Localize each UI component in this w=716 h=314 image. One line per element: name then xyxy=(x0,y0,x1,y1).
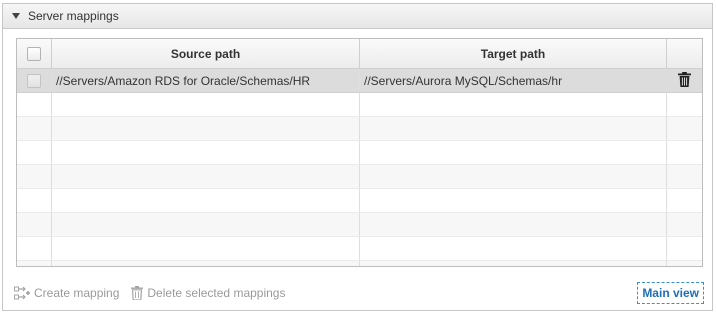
main-view-link[interactable]: Main view xyxy=(637,282,704,304)
mappings-table: Source path Target path //Servers/Amazon… xyxy=(16,38,703,267)
row-checkbox[interactable] xyxy=(27,73,41,88)
empty-row xyxy=(17,261,702,266)
server-mappings-panel: Server mappings Source path Target path … xyxy=(2,3,713,311)
trash-icon xyxy=(678,71,691,90)
target-path-header[interactable]: Target path xyxy=(360,39,667,68)
footer-toolbar: Create mapping Delete selected mappings … xyxy=(14,280,704,306)
create-mapping-label: Create mapping xyxy=(34,286,120,300)
empty-row xyxy=(17,141,702,165)
empty-row xyxy=(17,117,702,141)
empty-row xyxy=(17,165,702,189)
trash-icon xyxy=(131,286,144,300)
row-check-cell xyxy=(17,69,52,92)
collapse-triangle-icon[interactable] xyxy=(12,13,24,19)
delete-selected-mappings-button[interactable]: Delete selected mappings xyxy=(131,286,285,300)
source-path-cell: //Servers/Amazon RDS for Oracle/Schemas/… xyxy=(52,69,360,92)
select-all-cell xyxy=(17,39,52,68)
table-header: Source path Target path xyxy=(17,39,702,69)
actions-header xyxy=(667,39,702,68)
create-mapping-button[interactable]: Create mapping xyxy=(14,286,119,300)
empty-row xyxy=(17,213,702,237)
delete-selected-label: Delete selected mappings xyxy=(147,286,286,300)
panel-header[interactable]: Server mappings xyxy=(3,4,712,29)
table-row[interactable]: //Servers/Amazon RDS for Oracle/Schemas/… xyxy=(17,69,702,93)
source-path-header[interactable]: Source path xyxy=(52,39,360,68)
panel-title: Server mappings xyxy=(28,9,119,23)
delete-row-button[interactable] xyxy=(667,69,702,92)
empty-row xyxy=(17,189,702,213)
target-path-cell: //Servers/Aurora MySQL/Schemas/hr xyxy=(360,69,667,92)
empty-row xyxy=(17,237,702,261)
empty-row xyxy=(17,93,702,117)
select-all-checkbox[interactable] xyxy=(27,46,41,61)
create-mapping-icon xyxy=(14,286,30,300)
